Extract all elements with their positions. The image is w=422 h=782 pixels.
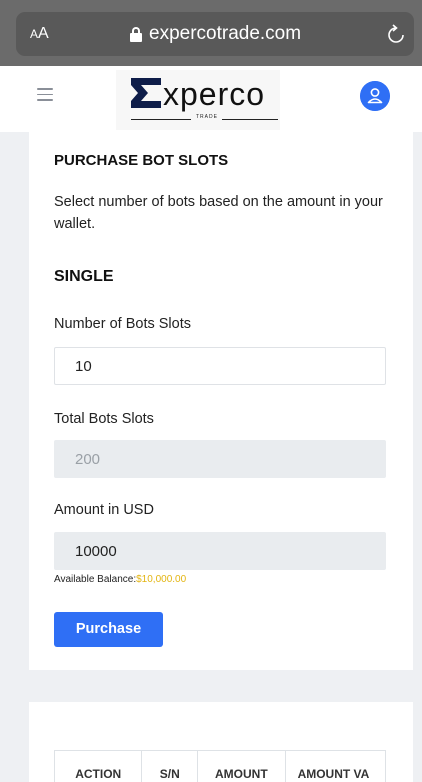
available-balance: Available Balance:$10,000.00 [54, 574, 186, 585]
logo-rule-right [222, 119, 278, 120]
bots-slots-label: Number of Bots Slots [54, 316, 191, 332]
amount-field: 10000 [54, 532, 386, 570]
card-title: PURCHASE BOT SLOTS [54, 152, 229, 169]
section-heading: SINGLE [54, 268, 114, 285]
column-header-action[interactable]: ACTION [55, 751, 143, 782]
reload-icon[interactable] [387, 24, 405, 44]
total-slots-label: Total Bots Slots [54, 411, 154, 427]
history-table: ACTION S/N AMOUNT AMOUNT VA [54, 750, 386, 782]
lock-icon [130, 26, 142, 42]
card-description: Select number of bots based on the amoun… [54, 194, 383, 232]
url-text: expercotrade.com [149, 23, 302, 44]
hamburger-menu-icon[interactable] [37, 88, 53, 104]
url-display[interactable]: expercotrade.com [130, 23, 301, 45]
total-slots-field: 200 [54, 440, 386, 478]
reader-settings-button[interactable]: AA [30, 25, 49, 43]
purchase-button[interactable]: Purchase [54, 612, 163, 647]
logo-e-icon[interactable] [131, 78, 163, 108]
logo-rule-left [131, 119, 191, 120]
column-header-amount-value[interactable]: AMOUNT VA [286, 751, 385, 782]
bots-slots-input[interactable]: 10 [54, 347, 386, 385]
logo-text[interactable]: xperco [163, 76, 265, 113]
column-header-amount[interactable]: AMOUNT [198, 751, 286, 782]
balance-label: Available Balance: [54, 574, 137, 585]
logo-subtext: TRADE [196, 114, 218, 120]
amount-label: Amount in USD [54, 502, 154, 518]
column-header-sn[interactable]: S/N [142, 751, 199, 782]
user-avatar-icon[interactable] [360, 81, 390, 111]
balance-amount: $10,000.00 [136, 574, 187, 585]
